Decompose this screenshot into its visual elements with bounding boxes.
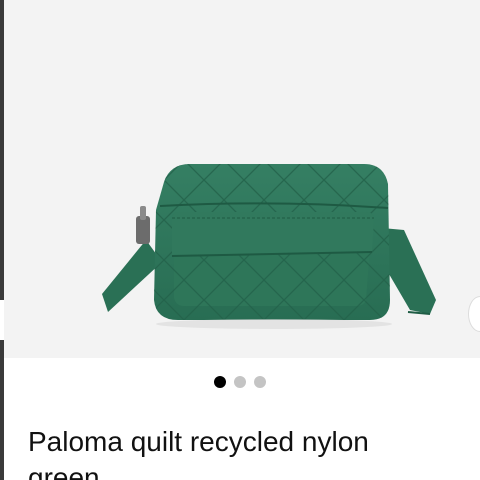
bag-strap-left — [102, 240, 162, 312]
product-title: Paloma quilt recycled nylon green — [28, 426, 369, 480]
carousel-dot-2[interactable] — [234, 376, 246, 388]
carousel-dot-3[interactable] — [254, 376, 266, 388]
product-image[interactable] — [4, 0, 480, 358]
left-edge-divider-lower — [0, 340, 4, 480]
product-page: Paloma quilt recycled nylon green — [0, 0, 480, 480]
carousel-dot-1[interactable] — [214, 376, 226, 388]
carousel-pagination — [0, 376, 480, 388]
bag-strap-right — [382, 228, 436, 314]
product-image-carousel[interactable] — [4, 0, 480, 358]
